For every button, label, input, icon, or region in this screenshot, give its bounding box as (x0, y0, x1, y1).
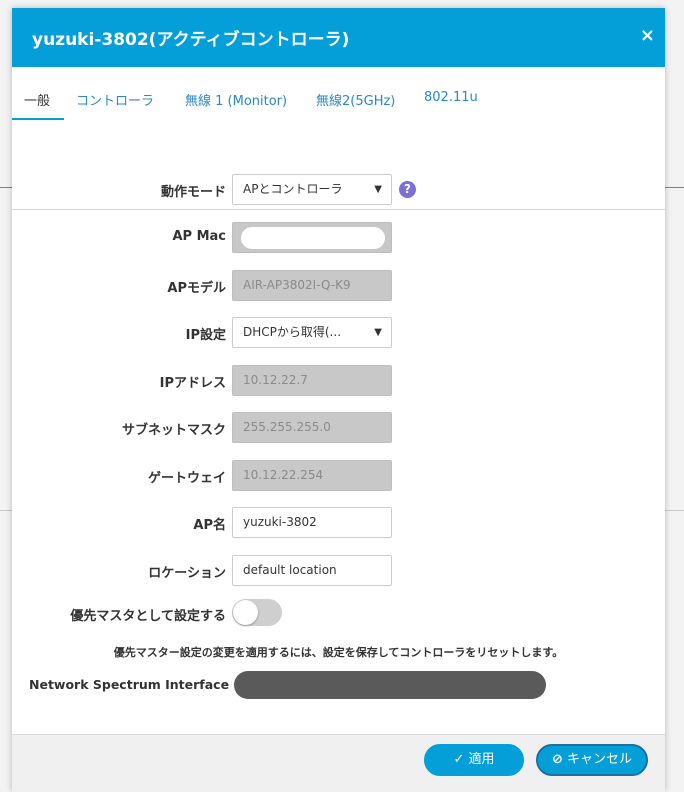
location-input[interactable]: default location (232, 555, 392, 586)
ap-model-field: AIR-AP3802I-Q-K9 (232, 270, 392, 301)
subnet-mask-label: サブネットマスク (121, 423, 226, 438)
ap-settings-dialog: yuzuki-3802(アクティブコントローラ) × 一般 コントローラ 無線 … (12, 8, 665, 792)
operation-mode-label: 動作モード (160, 185, 226, 200)
ip-address-field: 10.12.22.7 (232, 365, 392, 396)
ap-mac-field (232, 222, 392, 253)
caret-down-icon: ▼ (374, 327, 382, 338)
operation-mode-value: APとコントローラ (243, 182, 343, 196)
subnet-mask-field: 255.255.255.0 (232, 412, 392, 443)
ap-model-label: APモデル (167, 281, 226, 296)
cancel-button[interactable]: ⊘ キャンセル (536, 744, 648, 776)
cancel-label: キャンセル (566, 752, 632, 767)
ip-setting-value: DHCPから取得(... (243, 325, 342, 339)
operation-mode-select[interactable]: APとコントローラ ▼ (232, 174, 392, 205)
apply-button[interactable]: ✓ 適用 (424, 744, 524, 776)
tab-80211u[interactable]: 802.11u (424, 90, 478, 105)
background-divider (0, 187, 12, 188)
ip-setting-label: IP設定 (185, 328, 226, 343)
ban-icon: ⊘ (552, 752, 563, 767)
preferred-master-label: 優先マスタとして設定する (70, 609, 226, 624)
dialog-footer: ✓ 適用 ⊘ キャンセル (12, 734, 665, 792)
help-icon[interactable]: ? (399, 181, 416, 198)
tabs-divider (12, 209, 665, 210)
apply-label: 適用 (468, 752, 495, 767)
redacted-mask (241, 227, 385, 249)
location-label: ロケーション (148, 566, 226, 581)
toggle-knob (233, 600, 258, 625)
tab-general[interactable]: 一般 (24, 90, 50, 109)
nsi-label: Network Spectrum Interface (29, 677, 230, 692)
active-tab-indicator (12, 118, 64, 120)
tab-bar: 一般 コントローラ 無線 1 (Monitor) 無線2(5GHz) 802.1… (12, 67, 665, 210)
ap-name-label: AP名 (193, 518, 226, 533)
gateway-label: ゲートウェイ (147, 471, 226, 486)
ip-setting-select[interactable]: DHCPから取得(... ▼ (232, 317, 392, 348)
caret-down-icon: ▼ (374, 184, 382, 195)
background-divider (665, 187, 684, 188)
background-divider (0, 510, 12, 511)
close-icon[interactable]: × (640, 25, 655, 46)
preferred-master-note: 優先マスター設定の変更を適用するには、設定を保存してコントローラをリセットします… (113, 646, 564, 659)
ap-mac-label: AP Mac (172, 229, 226, 244)
preferred-master-toggle[interactable] (232, 599, 282, 626)
dialog-header: yuzuki-3802(アクティブコントローラ) × (12, 8, 665, 67)
tab-radio2[interactable]: 無線2(5GHz) (316, 90, 395, 109)
ap-name-input[interactable]: yuzuki-3802 (232, 507, 392, 538)
ip-address-label: IPアドレス (159, 376, 226, 391)
dialog-title: yuzuki-3802(アクティブコントローラ) (32, 30, 350, 50)
background-divider (665, 510, 684, 511)
tab-controller[interactable]: コントローラ (76, 90, 154, 109)
nsi-field-redacted (234, 671, 546, 699)
check-icon: ✓ (453, 752, 465, 767)
tab-radio1[interactable]: 無線 1 (Monitor) (185, 90, 287, 109)
gateway-field: 10.12.22.254 (232, 460, 392, 491)
